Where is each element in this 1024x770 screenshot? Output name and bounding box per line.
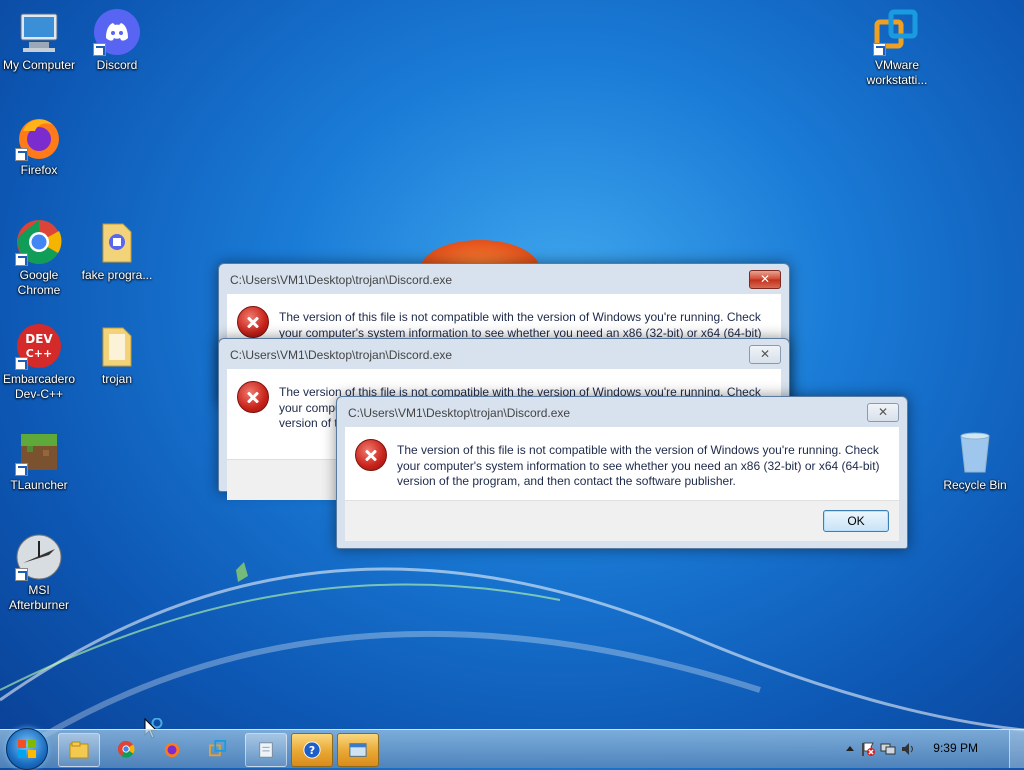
desktop-icon-label: Recycle Bin (943, 478, 1007, 492)
shortcut-arrow-icon (15, 463, 28, 476)
svg-text:DEV: DEV (25, 332, 53, 346)
shortcut-arrow-icon (873, 43, 886, 56)
show-hidden-icons-icon[interactable] (842, 741, 858, 757)
svg-text:?: ? (309, 744, 315, 757)
taskbar: ? 9:39 PM (0, 728, 1024, 770)
svg-text:C++: C++ (26, 347, 53, 360)
desktop-icon-trojan-folder[interactable]: trojan (78, 322, 156, 387)
vmware-icon (873, 8, 921, 56)
clock[interactable]: 9:39 PM (933, 741, 978, 755)
action-center-flag-icon[interactable] (860, 741, 876, 757)
error-icon (237, 381, 269, 413)
desktop-icon-label: Embarcadero Dev-C++ (2, 372, 76, 401)
taskbar-dialog-button[interactable] (337, 733, 379, 767)
folder-icon (93, 218, 141, 266)
ok-button[interactable]: OK (823, 510, 889, 532)
network-icon[interactable] (880, 741, 896, 757)
desktop-icon-label: Google Chrome (17, 268, 61, 297)
minecraft-icon (15, 428, 63, 476)
volume-icon[interactable] (900, 741, 916, 757)
desktop-icon-label: My Computer (2, 58, 76, 72)
desktop-icon-discord[interactable]: Discord (78, 8, 156, 73)
computer-icon (15, 8, 63, 56)
system-tray: 9:39 PM (834, 730, 1024, 768)
close-button[interactable]: ✕ (867, 403, 899, 422)
dialog-title: C:\Users\VM1\Desktop\trojan\Discord.exe (230, 348, 453, 362)
dialog-title: C:\Users\VM1\Desktop\trojan\Discord.exe (348, 406, 571, 420)
chrome-icon (117, 740, 135, 758)
show-desktop-button[interactable] (1009, 730, 1024, 768)
desktop-icon-firefox[interactable]: Firefox (0, 113, 78, 178)
desktop-icon-msi-afterburner[interactable]: MSI Afterburner (0, 533, 78, 613)
recycle-bin-icon (951, 428, 999, 476)
taskbar-chrome-button[interactable] (106, 733, 146, 765)
desktop-icon-label: TLauncher (10, 478, 68, 492)
desktop-icon-fake-program[interactable]: fake progra... (78, 218, 156, 283)
firefox-icon (15, 113, 63, 161)
shortcut-arrow-icon (15, 148, 28, 161)
desktop-icon-label: fake progra... (81, 268, 153, 282)
devcpp-icon: DEV C++ (15, 322, 63, 370)
folder-icon (93, 322, 141, 370)
taskbar-notepad-button[interactable] (245, 733, 287, 767)
windows-logo-icon (18, 740, 36, 758)
dialog-titlebar[interactable]: C:\Users\VM1\Desktop\trojan\Discord.exe … (219, 264, 789, 294)
close-button[interactable]: ✕ (749, 270, 781, 289)
error-icon (237, 306, 269, 338)
desktop-icon-tlauncher[interactable]: TLauncher (0, 428, 78, 493)
taskbar-help-button[interactable]: ? (291, 733, 333, 767)
chrome-icon (15, 218, 63, 266)
close-button[interactable]: ✕ (749, 345, 781, 364)
shortcut-arrow-icon (15, 253, 28, 266)
error-icon (355, 439, 387, 471)
dialog-button-area: OK (345, 500, 899, 541)
dialog-titlebar[interactable]: C:\Users\VM1\Desktop\trojan\Discord.exe … (337, 397, 907, 427)
firefox-icon (164, 742, 180, 758)
help-icon: ? (303, 741, 321, 759)
taskbar-vmware-button[interactable] (198, 733, 238, 765)
desktop-icon-vmware[interactable]: VMware workstatti... (858, 8, 936, 88)
desktop-icon-chrome[interactable]: Google Chrome (0, 218, 78, 298)
desktop-icon-label: VMware workstatti... (866, 58, 928, 87)
taskbar-firefox-button[interactable] (152, 733, 192, 765)
dialog-message-area: The version of this file is not compatib… (345, 427, 899, 503)
error-dialog-3[interactable]: C:\Users\VM1\Desktop\trojan\Discord.exe … (336, 396, 908, 549)
dialog-titlebar[interactable]: C:\Users\VM1\Desktop\trojan\Discord.exe … (219, 339, 789, 369)
desktop-icon-recycle-bin[interactable]: Recycle Bin (936, 428, 1014, 493)
shortcut-arrow-icon (93, 43, 106, 56)
dialog-window-icon (349, 743, 367, 757)
desktop-icon-label: Firefox (20, 163, 58, 177)
desktop-icon-my-computer[interactable]: My Computer (0, 8, 78, 73)
taskbar-explorer-button[interactable] (58, 733, 100, 767)
start-button[interactable] (6, 728, 48, 770)
desktop-icon-label: MSI Afterburner (8, 583, 70, 612)
dialog-message: The version of this file is not compatib… (397, 443, 880, 488)
shortcut-arrow-icon (15, 568, 28, 581)
notepad-icon (259, 742, 273, 758)
windows-explorer-icon (69, 741, 89, 759)
desktop-icon-devcpp[interactable]: DEV C++ Embarcadero Dev-C++ (0, 322, 78, 402)
discord-icon (93, 8, 141, 56)
dialog-title: C:\Users\VM1\Desktop\trojan\Discord.exe (230, 273, 453, 287)
msi-afterburner-icon (15, 533, 63, 581)
dialog-body: The version of this file is not compatib… (345, 427, 899, 541)
vmware-icon (209, 740, 227, 757)
desktop-icon-label: Discord (96, 58, 138, 72)
shortcut-arrow-icon (15, 357, 28, 370)
desktop-icon-label: trojan (101, 372, 133, 386)
